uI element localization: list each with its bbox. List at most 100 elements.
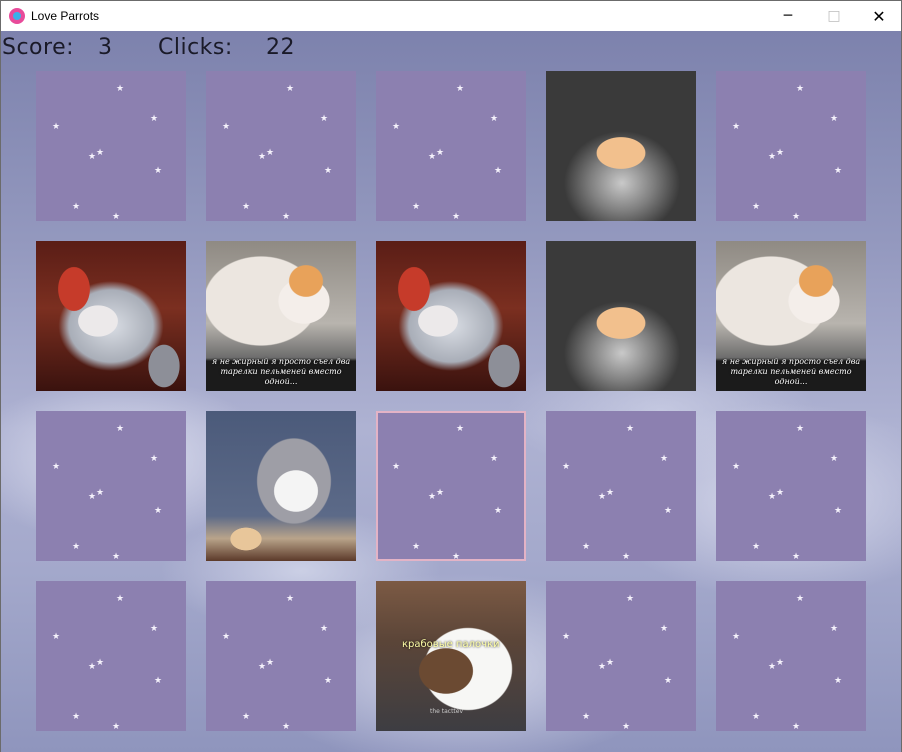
star-icon: ★ xyxy=(286,594,295,604)
card-caption: я не жирный я просто съел два тарелки пе… xyxy=(721,357,861,386)
clicks-value: 22 xyxy=(266,34,295,60)
star-icon: ★ xyxy=(582,712,591,722)
star-icon: ★ xyxy=(428,492,437,502)
star-icon: ★ xyxy=(96,488,105,498)
star-icon: ★ xyxy=(776,488,785,498)
star-icon: ★ xyxy=(258,152,267,162)
star-icon: ★ xyxy=(732,632,741,642)
card-r1-c1[interactable]: ★ ★ ★ ★ ★ ★ ★ ★ xyxy=(36,71,186,221)
star-icon: ★ xyxy=(490,454,499,464)
star-icon: ★ xyxy=(258,662,267,672)
card-r4-c4[interactable]: ★ ★ ★ ★ ★ ★ ★ ★ xyxy=(546,581,696,731)
star-icon: ★ xyxy=(792,212,801,222)
star-icon: ★ xyxy=(428,152,437,162)
star-icon: ★ xyxy=(792,722,801,732)
card-r1-c3[interactable]: ★ ★ ★ ★ ★ ★ ★ ★ xyxy=(376,71,526,221)
star-icon: ★ xyxy=(768,152,777,162)
star-icon: ★ xyxy=(116,424,125,434)
card-r3-c2-gray-white-cat[interactable] xyxy=(206,411,356,561)
card-r1-c2[interactable]: ★ ★ ★ ★ ★ ★ ★ ★ xyxy=(206,71,356,221)
star-icon: ★ xyxy=(834,166,843,176)
star-icon: ★ xyxy=(664,506,673,516)
star-icon: ★ xyxy=(622,552,631,562)
card-watermark: the tacttev xyxy=(430,708,464,715)
star-icon: ★ xyxy=(150,624,159,634)
star-icon: ★ xyxy=(392,122,401,132)
star-icon: ★ xyxy=(562,462,571,472)
star-icon: ★ xyxy=(112,212,121,222)
star-icon: ★ xyxy=(154,676,163,686)
card-r2-c4-cat-in-kettle[interactable] xyxy=(546,241,696,391)
card-r3-c4[interactable]: ★ ★ ★ ★ ★ ★ ★ ★ xyxy=(546,411,696,561)
card-caption: крабовые палочки xyxy=(402,639,500,650)
star-icon: ★ xyxy=(154,166,163,176)
star-icon: ★ xyxy=(562,632,571,642)
star-icon: ★ xyxy=(660,624,669,634)
card-r2-c2-fat-cat-on-scale[interactable]: я не жирный я просто съел два тарелки пе… xyxy=(206,241,356,391)
card-r1-c4-cat-in-kettle[interactable] xyxy=(546,71,696,221)
score-value: 3 xyxy=(98,34,113,60)
card-r4-c1[interactable]: ★ ★ ★ ★ ★ ★ ★ ★ xyxy=(36,581,186,731)
star-icon: ★ xyxy=(112,722,121,732)
score-label: Score: xyxy=(2,34,75,60)
star-icon: ★ xyxy=(792,552,801,562)
maximize-button[interactable]: □ xyxy=(811,1,857,31)
card-r1-c5[interactable]: ★ ★ ★ ★ ★ ★ ★ ★ xyxy=(716,71,866,221)
clicks-label: Clicks: xyxy=(158,34,233,60)
star-icon: ★ xyxy=(286,84,295,94)
card-r2-c1-cat-in-jar[interactable] xyxy=(36,241,186,391)
title-bar[interactable]: Love Parrots ─ □ ✕ xyxy=(1,1,901,31)
star-icon: ★ xyxy=(490,114,499,124)
window-title: Love Parrots xyxy=(31,9,100,23)
star-icon: ★ xyxy=(732,462,741,472)
star-icon: ★ xyxy=(112,552,121,562)
star-icon: ★ xyxy=(830,454,839,464)
app-icon xyxy=(9,8,25,24)
star-icon: ★ xyxy=(320,114,329,124)
card-r4-c2[interactable]: ★ ★ ★ ★ ★ ★ ★ ★ xyxy=(206,581,356,731)
star-icon: ★ xyxy=(494,166,503,176)
card-r3-c3[interactable]: ★ ★ ★ ★ ★ ★ ★ ★ xyxy=(376,411,526,561)
star-icon: ★ xyxy=(732,122,741,132)
star-icon: ★ xyxy=(72,202,81,212)
score-bar: Score: 3 Clicks: 22 xyxy=(2,33,295,61)
star-icon: ★ xyxy=(436,148,445,158)
star-icon: ★ xyxy=(150,454,159,464)
star-icon: ★ xyxy=(222,632,231,642)
star-icon: ★ xyxy=(282,722,291,732)
star-icon: ★ xyxy=(52,632,61,642)
card-r2-c5-fat-cat-on-scale[interactable]: я не жирный я просто съел два тарелки пе… xyxy=(716,241,866,391)
star-icon: ★ xyxy=(830,114,839,124)
star-icon: ★ xyxy=(266,148,275,158)
card-r4-c3-cats-hugging[interactable]: крабовые палочки the tacttev xyxy=(376,581,526,731)
star-icon: ★ xyxy=(96,658,105,668)
star-icon: ★ xyxy=(88,662,97,672)
star-icon: ★ xyxy=(776,658,785,668)
star-icon: ★ xyxy=(266,658,275,668)
star-icon: ★ xyxy=(796,594,805,604)
star-icon: ★ xyxy=(72,712,81,722)
game-area: Score: 3 Clicks: 22 ★ ★ ★ ★ ★ ★ ★ ★ ★ ★ ★ ★ ★ ★ ★ ★ ★ ★ ★ ★… xyxy=(1,31,901,752)
card-caption: я не жирный я просто съел два тарелки пе… xyxy=(211,357,351,386)
star-icon: ★ xyxy=(52,462,61,472)
star-icon: ★ xyxy=(392,462,401,472)
card-r3-c1[interactable]: ★ ★ ★ ★ ★ ★ ★ ★ xyxy=(36,411,186,561)
star-icon: ★ xyxy=(282,212,291,222)
star-icon: ★ xyxy=(598,492,607,502)
close-button[interactable]: ✕ xyxy=(856,1,902,31)
minimize-button[interactable]: ─ xyxy=(765,1,811,31)
star-icon: ★ xyxy=(452,212,461,222)
star-icon: ★ xyxy=(768,662,777,672)
card-r2-c3-cat-in-jar[interactable] xyxy=(376,241,526,391)
star-icon: ★ xyxy=(412,202,421,212)
star-icon: ★ xyxy=(768,492,777,502)
star-icon: ★ xyxy=(436,488,445,498)
star-icon: ★ xyxy=(606,488,615,498)
star-icon: ★ xyxy=(88,492,97,502)
card-r4-c5[interactable]: ★ ★ ★ ★ ★ ★ ★ ★ xyxy=(716,581,866,731)
star-icon: ★ xyxy=(494,506,503,516)
star-icon: ★ xyxy=(324,166,333,176)
star-icon: ★ xyxy=(664,676,673,686)
card-r3-c5[interactable]: ★ ★ ★ ★ ★ ★ ★ ★ xyxy=(716,411,866,561)
star-icon: ★ xyxy=(88,152,97,162)
